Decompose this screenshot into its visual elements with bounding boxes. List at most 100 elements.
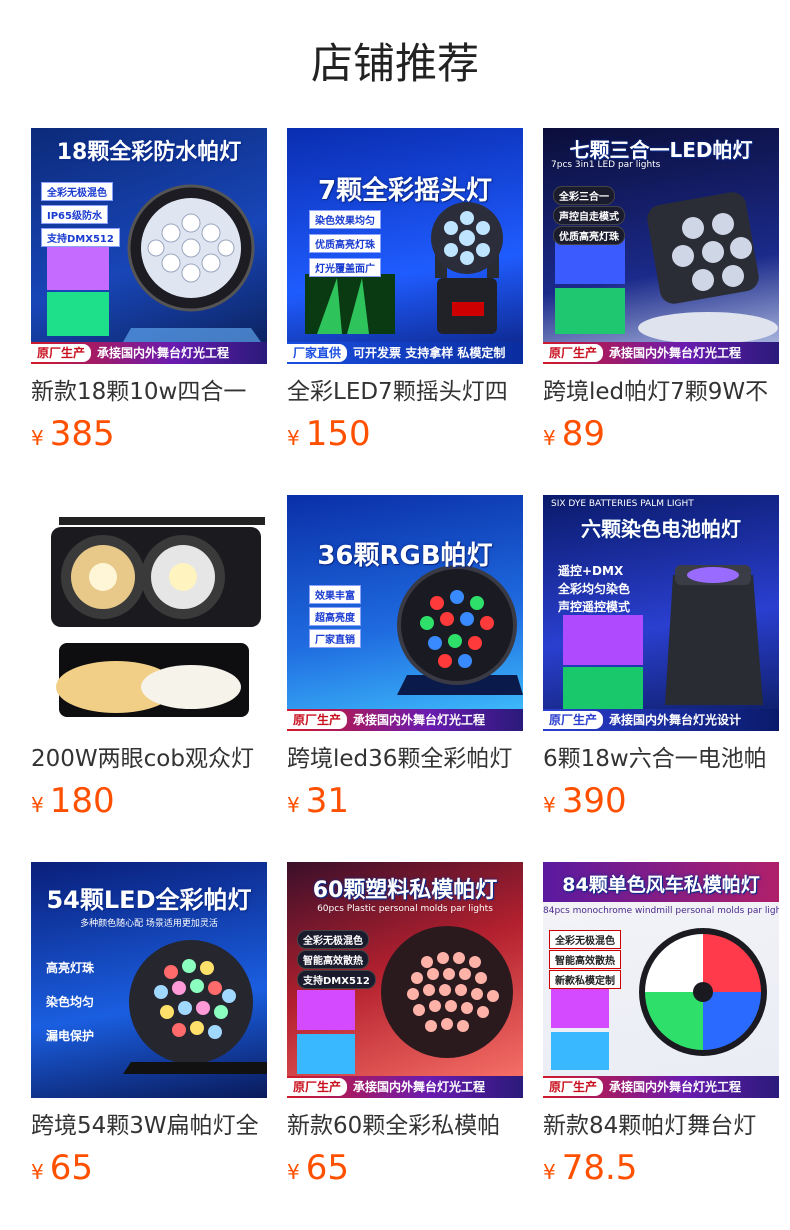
banner-tag: 原厂生产 <box>543 1078 604 1096</box>
image-feature: 声控自走模式 <box>553 206 625 225</box>
product-price: ¥385 <box>31 414 115 454</box>
banner-tag: 原厂生产 <box>543 711 604 729</box>
image-headline: 54颗LED全彩帕灯 <box>46 886 252 914</box>
image-headline: 六颗染色电池帕灯 <box>581 517 741 541</box>
image-headline: 七颗三合一LED帕灯 <box>569 138 753 162</box>
image-feature: 染色均匀 <box>46 995 95 1009</box>
image-feature: 漏电保护 <box>46 1029 95 1043</box>
product-card[interactable]: SIX DYE BATTERIES PALM LIGHT 六颗染色电池帕灯 遥控… <box>543 495 779 825</box>
image-feature: 厂家直销 <box>309 629 361 648</box>
price-value: 150 <box>305 414 371 454</box>
banner-tag: 原厂生产 <box>287 1078 348 1096</box>
product-card[interactable]: 18颗全彩防水帕灯 全彩无极混色 IP65级防水 支持DMX512 原厂生产 承接… <box>31 128 267 458</box>
image-feature: 智能高效散热 <box>549 950 621 969</box>
product-name[interactable]: 跨境54颗3W扁帕灯全 <box>31 1110 267 1142</box>
product-price: ¥150 <box>287 414 371 454</box>
product-image[interactable]: 18颗全彩防水帕灯 全彩无极混色 IP65级防水 支持DMX512 原厂生产 承接… <box>31 128 267 364</box>
image-feature: 全彩无极混色 <box>297 930 369 949</box>
product-image[interactable] <box>31 495 267 731</box>
image-feature: 全彩无极混色 <box>41 182 113 201</box>
product-name[interactable]: 跨境led36颗全彩帕灯 <box>287 743 523 775</box>
product-card[interactable]: 54颗LED全彩帕灯 多种颜色随心配 场景适用更加灵活 高亮灯珠 染色均匀 漏电… <box>31 862 267 1192</box>
image-banner: 厂家直供 可开发票 支持拿样 私模定制 <box>287 342 523 364</box>
product-card[interactable]: 七颗三合一LED帕灯 7pcs 3in1 LED par lights 全彩三合… <box>543 128 779 458</box>
image-feature: 支持DMX512 <box>41 228 120 247</box>
product-card[interactable]: 60颗塑料私模帕灯 60pcs Plastic personal molds p… <box>287 862 523 1192</box>
image-feature: 效果丰富 <box>309 585 361 604</box>
banner-text: 承接国内外舞台灯光工程 <box>609 346 742 360</box>
price-value: 31 <box>305 781 349 821</box>
banner-tag: 厂家直供 <box>287 344 348 362</box>
product-image[interactable]: 7颗全彩摇头灯 染色效果均匀 优质高亮灯珠 灯光覆盖面广 厂家直供 可开发票 支持… <box>287 128 523 364</box>
product-name[interactable]: 6颗18w六合一电池帕 <box>543 743 779 775</box>
image-banner: 原厂生产 承接国内外舞台灯光工程 <box>287 709 523 731</box>
image-feature: 智能高效散热 <box>297 950 369 969</box>
image-headline: 36颗RGB帕灯 <box>317 541 493 571</box>
image-subhead: 84pcs monochrome windmill personal molds… <box>543 906 779 916</box>
currency-symbol: ¥ <box>543 1160 556 1184</box>
product-price: ¥78.5 <box>543 1148 637 1188</box>
currency-symbol: ¥ <box>287 426 300 450</box>
currency-symbol: ¥ <box>31 426 44 450</box>
product-card[interactable]: 200W两眼cob观众灯 ¥180 <box>31 495 267 825</box>
image-feature: 全彩均匀染色 <box>558 582 631 596</box>
banner-text: 可开发票 支持拿样 私模定制 <box>353 346 506 360</box>
product-name[interactable]: 200W两眼cob观众灯 <box>31 743 267 775</box>
product-card[interactable]: 84颗单色风车私模帕灯 84pcs monochrome windmill pe… <box>543 862 779 1192</box>
product-card[interactable]: 36颗RGB帕灯 效果丰富 超高亮度 厂家直销 原厂生产 承接国内外舞台灯光工程 … <box>287 495 523 825</box>
product-name[interactable]: 新款60颗全彩私模帕 <box>287 1110 523 1142</box>
image-banner: 原厂生产 承接国内外舞台灯光设计 <box>543 709 779 731</box>
image-feature: 新款私模定制 <box>549 970 621 989</box>
image-headline: 60颗塑料私模帕灯 <box>312 878 498 903</box>
image-feature: 遥控+DMX <box>558 564 624 578</box>
cob-blinder-illustration <box>51 517 265 717</box>
product-image[interactable]: SIX DYE BATTERIES PALM LIGHT 六颗染色电池帕灯 遥控… <box>543 495 779 731</box>
product-image[interactable]: 60颗塑料私模帕灯 60pcs Plastic personal molds p… <box>287 862 523 1098</box>
currency-symbol: ¥ <box>31 793 44 817</box>
image-headline: 18颗全彩防水帕灯 <box>56 140 242 165</box>
image-feature: IP65级防水 <box>41 205 108 224</box>
image-feature: 优质高亮灯珠 <box>553 226 625 245</box>
image-feature: 全彩无极混色 <box>549 930 621 949</box>
product-name[interactable]: 跨境led帕灯7颗9W不 <box>543 376 779 408</box>
product-card[interactable]: 7颗全彩摇头灯 染色效果均匀 优质高亮灯珠 灯光覆盖面广 厂家直供 可开发票 支持… <box>287 128 523 458</box>
image-banner: 原厂生产 承接国内外舞台灯光工程 <box>543 1076 779 1098</box>
banner-text: 承接国内外舞台灯光工程 <box>97 346 230 360</box>
product-name[interactable]: 全彩LED7颗摇头灯四 <box>287 376 523 408</box>
price-value: 180 <box>49 781 115 821</box>
price-value: 390 <box>561 781 627 821</box>
product-name[interactable]: 新款18颗10w四合一 <box>31 376 267 408</box>
image-subhead: SIX DYE BATTERIES PALM LIGHT <box>551 499 694 509</box>
image-banner: 原厂生产 承接国内外舞台灯光工程 <box>31 342 267 364</box>
image-banner: 原厂生产 承接国内外舞台灯光工程 <box>543 342 779 364</box>
banner-tag: 原厂生产 <box>543 344 604 362</box>
image-subhead: 7pcs 3in1 LED par lights <box>551 160 661 170</box>
currency-symbol: ¥ <box>543 793 556 817</box>
price-value: 65 <box>49 1148 93 1188</box>
image-subhead: 多种颜色随心配 场景适用更加灵活 <box>80 919 218 929</box>
currency-symbol: ¥ <box>543 426 556 450</box>
banner-text: 承接国内外舞台灯光设计 <box>609 713 742 727</box>
product-image[interactable]: 36颗RGB帕灯 效果丰富 超高亮度 厂家直销 原厂生产 承接国内外舞台灯光工程 <box>287 495 523 731</box>
currency-symbol: ¥ <box>287 1160 300 1184</box>
banner-tag: 原厂生产 <box>31 344 92 362</box>
banner-text: 承接国内外舞台灯光工程 <box>353 713 486 727</box>
image-headline: 84颗单色风车私模帕灯 <box>562 874 760 896</box>
product-price: ¥180 <box>31 781 115 821</box>
product-name[interactable]: 新款84颗帕灯舞台灯 <box>543 1110 779 1142</box>
product-price: ¥65 <box>287 1148 349 1188</box>
product-image[interactable]: 七颗三合一LED帕灯 7pcs 3in1 LED par lights 全彩三合… <box>543 128 779 364</box>
price-value: 89 <box>561 414 605 454</box>
product-price: ¥89 <box>543 414 605 454</box>
image-feature: 高亮灯珠 <box>46 961 95 975</box>
product-image[interactable]: 54颗LED全彩帕灯 多种颜色随心配 场景适用更加灵活 高亮灯珠 染色均匀 漏电… <box>31 862 267 1098</box>
image-feature: 优质高亮灯珠 <box>309 234 381 253</box>
product-price: ¥65 <box>31 1148 93 1188</box>
price-value: 385 <box>49 414 115 454</box>
image-subhead: 60pcs Plastic personal molds par lights <box>317 904 493 914</box>
product-image[interactable]: 84颗单色风车私模帕灯 84pcs monochrome windmill pe… <box>543 862 779 1098</box>
image-feature: 染色效果均匀 <box>309 210 381 229</box>
banner-text: 承接国内外舞台灯光工程 <box>609 1080 742 1094</box>
product-price: ¥390 <box>543 781 627 821</box>
image-feature: 声控遥控模式 <box>558 600 631 614</box>
